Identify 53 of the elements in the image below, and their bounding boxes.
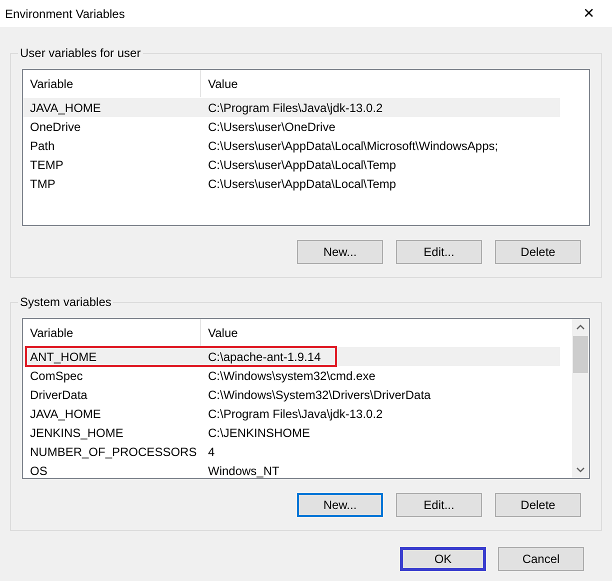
variable-row[interactable]: NUMBER_OF_PROCESSORS 4 [23,442,560,461]
window-title: Environment Variables [5,6,125,22]
close-button[interactable]: ✕ [566,0,612,27]
variable-row[interactable]: ANT_HOME C:\apache-ant-1.9.14 [23,347,560,366]
variable-name: TMP [29,176,56,192]
dialog-button[interactable]: OK [400,547,486,571]
variable-value: C:\Program Files\Java\jdk-13.0.2 [207,100,383,116]
variable-row[interactable]: OneDrive C:\Users\user\OneDrive [23,117,560,136]
variable-value: C:\Windows\System32\Drivers\DriverData [207,386,431,404]
dialog-button[interactable]: Edit... [396,240,482,264]
scroll-thumb[interactable] [573,336,588,373]
variable-row[interactable]: DriverData C:\Windows\System32\Drivers\DriverData [23,385,560,404]
variable-value: C:\Users\user\OneDrive [207,118,336,136]
variable-name: OS [29,462,48,478]
variable-name: ComSpec [29,368,84,384]
variable-value: C:\Users\user\AppData\Local\Temp [207,156,396,174]
column-header[interactable]: Variable [23,70,201,97]
variable-row[interactable]: Path C:\Users\user\AppData\Local\Microsoft\WindowsApps; [23,136,560,155]
variable-row[interactable]: TMP C:\Users\user\AppData\Local\Temp [23,174,560,193]
variable-name: JAVA_HOME [29,100,102,116]
variable-row[interactable]: OS Windows_NT [23,461,560,478]
dialog-button[interactable]: Delete [495,493,581,517]
dialog-button[interactable]: New... [297,493,383,517]
variable-value: C:\Users\user\AppData\Local\Microsoft\WindowsApps; [207,138,498,154]
group-title: System variables [18,294,114,310]
variable-row[interactable]: JENKINS_HOME C:\JENKINSHOME [23,423,560,442]
variable-name: Path [29,138,56,154]
variable-name: JAVA_HOME [29,406,102,422]
dialog-button[interactable]: Edit... [396,493,482,517]
column-header[interactable]: Value [201,70,560,97]
variable-value: C:\Users\user\AppData\Local\Temp [207,176,396,192]
dialog-button[interactable]: New... [297,240,383,264]
variable-name: ANT_HOME [29,348,98,366]
variable-name: TEMP [29,156,64,174]
variable-name: NUMBER_OF_PROCESSORS [29,444,198,460]
column-header[interactable]: Variable [23,319,201,346]
variable-row[interactable]: JAVA_HOME C:\Program Files\Java\jdk-13.0.2 [23,98,560,117]
variable-row[interactable]: TEMP C:\Users\user\AppData\Local\Temp [23,155,560,174]
variable-value: 4 [207,444,215,460]
variable-value: C:\Windows\system32\cmd.exe [207,368,376,384]
variable-value: C:\apache-ant-1.9.14 [207,348,321,366]
scrollbar[interactable] [572,319,589,478]
variable-value: Windows_NT [207,462,280,478]
variable-name: DriverData [29,386,88,404]
variable-value: C:\JENKINSHOME [207,424,310,442]
column-header[interactable]: Value [201,319,560,346]
variable-row[interactable]: ComSpec C:\Windows\system32\cmd.exe [23,366,560,385]
variable-name: OneDrive [29,118,82,136]
variable-value: C:\Program Files\Java\jdk-13.0.2 [207,406,383,422]
variable-name: JENKINS_HOME [29,424,124,442]
variable-row[interactable]: JAVA_HOME C:\Program Files\Java\jdk-13.0.2 [23,404,560,423]
dialog-button[interactable]: Delete [495,240,581,264]
dialog-button[interactable]: Cancel [498,547,584,571]
